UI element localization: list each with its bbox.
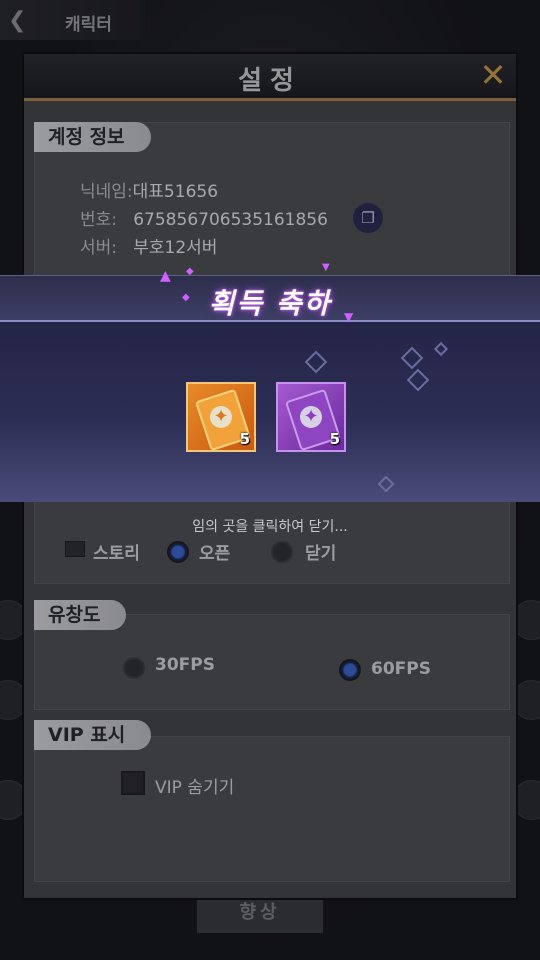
star-gem-icon: ✦ — [300, 406, 322, 428]
reward-item-orange-card[interactable]: ✦ 5 — [186, 382, 256, 452]
sparkle-icon: ▼ — [344, 310, 354, 324]
reward-title: 획득 축하 — [208, 287, 332, 320]
item-count: 5 — [239, 430, 250, 448]
close-hint: 임의 곳을 클릭하여 닫기... — [192, 519, 348, 535]
sparkle-icon: ▼ — [322, 262, 330, 273]
sparkle-icon: ▲ — [160, 268, 171, 284]
sparkle-icon: ◆ — [182, 292, 190, 303]
reward-item-purple-card[interactable]: ✦ 5 — [276, 382, 346, 452]
sparkle-icon: ◆ — [186, 266, 194, 277]
item-count: 5 — [329, 430, 340, 448]
reward-banner-body — [0, 322, 540, 502]
star-gem-icon: ✦ — [210, 406, 232, 428]
